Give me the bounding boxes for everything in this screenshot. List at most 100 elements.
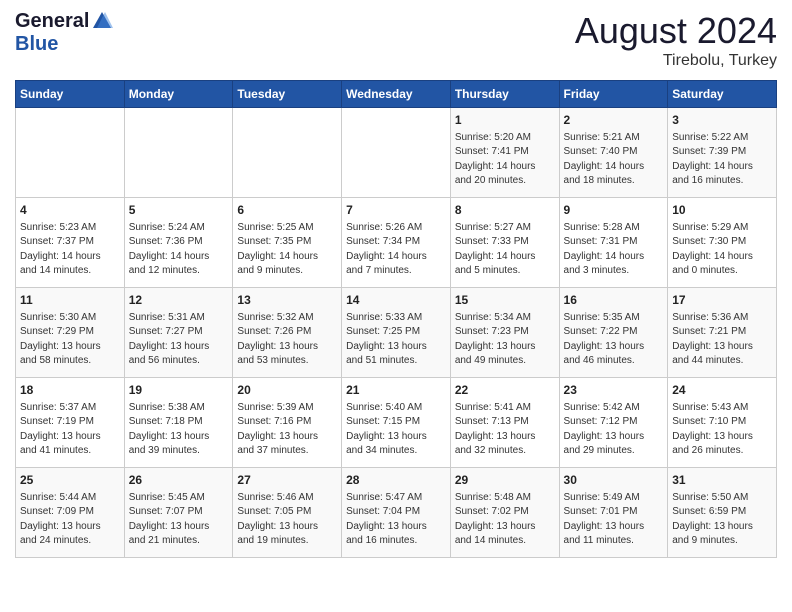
- day-info: Sunrise: 5:20 AMSunset: 7:41 PMDaylight:…: [455, 131, 555, 189]
- calendar-cell: 4Sunrise: 5:23 AMSunset: 7:37 PMDaylight…: [16, 198, 125, 288]
- day-info: Sunrise: 5:39 AMSunset: 7:16 PMDaylight:…: [237, 401, 337, 459]
- day-number: 26: [129, 472, 229, 489]
- day-info: Sunrise: 5:50 AMSunset: 6:59 PMDaylight:…: [672, 491, 772, 549]
- day-info: Sunrise: 5:28 AMSunset: 7:31 PMDaylight:…: [564, 221, 664, 279]
- calendar-cell: 19Sunrise: 5:38 AMSunset: 7:18 PMDayligh…: [124, 378, 233, 468]
- header-thursday: Thursday: [450, 81, 559, 108]
- calendar-cell: 18Sunrise: 5:37 AMSunset: 7:19 PMDayligh…: [16, 378, 125, 468]
- calendar-cell: 22Sunrise: 5:41 AMSunset: 7:13 PMDayligh…: [450, 378, 559, 468]
- day-number: 15: [455, 292, 555, 309]
- day-number: 3: [672, 112, 772, 129]
- day-info: Sunrise: 5:47 AMSunset: 7:04 PMDaylight:…: [346, 491, 446, 549]
- day-number: 21: [346, 382, 446, 399]
- calendar-cell: 8Sunrise: 5:27 AMSunset: 7:33 PMDaylight…: [450, 198, 559, 288]
- calendar-cell: 11 Sunrise: 5:30 AMSunset: 7:29 PMDayligh…: [16, 288, 125, 378]
- calendar-cell: 23Sunrise: 5:42 AMSunset: 7:12 PMDayligh…: [559, 378, 668, 468]
- day-number: 13: [237, 292, 337, 309]
- calendar-cell: 28 Sunrise: 5:47 AMSunset: 7:04 PMDayligh…: [342, 468, 451, 558]
- day-number: 14: [346, 292, 446, 309]
- day-number: 9: [564, 202, 664, 219]
- week-row-4: 18Sunrise: 5:37 AMSunset: 7:19 PMDayligh…: [16, 378, 777, 468]
- header-tuesday: Tuesday: [233, 81, 342, 108]
- day-info: Sunrise: 5:29 AMSunset: 7:30 PMDaylight:…: [672, 221, 772, 279]
- day-info: Sunrise: 5:33 AMSunset: 7:25 PMDaylight:…: [346, 311, 446, 369]
- calendar-cell: 7Sunrise: 5:26 AMSunset: 7:34 PMDaylight…: [342, 198, 451, 288]
- day-info: Sunrise: 5:40 AMSunset: 7:15 PMDaylight:…: [346, 401, 446, 459]
- logo: General Blue: [15, 10, 113, 56]
- title-block: August 2024 Tirebolu, Turkey: [575, 10, 777, 70]
- day-number: 12: [129, 292, 229, 309]
- logo-icon: [91, 10, 113, 32]
- day-info: Sunrise: 5:37 AMSunset: 7:19 PMDaylight:…: [20, 401, 120, 459]
- calendar-cell: 15 Sunrise: 5:34 AMSunset: 7:23 PMDayligh…: [450, 288, 559, 378]
- day-info: Sunrise: 5:42 AMSunset: 7:12 PMDaylight:…: [564, 401, 664, 459]
- day-info: Sunrise: 5:27 AMSunset: 7:33 PMDaylight:…: [455, 221, 555, 279]
- calendar-cell: 24Sunrise: 5:43 AMSunset: 7:10 PMDayligh…: [668, 378, 777, 468]
- day-number: 27: [237, 472, 337, 489]
- calendar-cell: 31 Sunrise: 5:50 AMSunset: 6:59 PMDayligh…: [668, 468, 777, 558]
- day-number: 6: [237, 202, 337, 219]
- calendar-header-row: SundayMondayTuesdayWednesdayThursdayFrid…: [16, 81, 777, 108]
- day-info: Sunrise: 5:41 AMSunset: 7:13 PMDaylight:…: [455, 401, 555, 459]
- page-title: August 2024: [575, 10, 777, 52]
- day-info: Sunrise: 5:25 AMSunset: 7:35 PMDaylight:…: [237, 221, 337, 279]
- day-number: 30: [564, 472, 664, 489]
- day-info: Sunrise: 5:45 AMSunset: 7:07 PMDaylight:…: [129, 491, 229, 549]
- day-number: 11: [20, 292, 120, 309]
- calendar-cell: 20 Sunrise: 5:39 AMSunset: 7:16 PMDayligh…: [233, 378, 342, 468]
- day-info: Sunrise: 5:35 AMSunset: 7:22 PMDaylight:…: [564, 311, 664, 369]
- calendar-cell: 25Sunrise: 5:44 AMSunset: 7:09 PMDayligh…: [16, 468, 125, 558]
- calendar-cell: [233, 108, 342, 198]
- week-row-2: 4Sunrise: 5:23 AMSunset: 7:37 PMDaylight…: [16, 198, 777, 288]
- day-info: Sunrise: 5:30 AMSunset: 7:29 PMDaylight:…: [20, 311, 120, 369]
- calendar-cell: 29 Sunrise: 5:48 AMSunset: 7:02 PMDayligh…: [450, 468, 559, 558]
- day-number: 20: [237, 382, 337, 399]
- day-number: 25: [20, 472, 120, 489]
- day-number: 31: [672, 472, 772, 489]
- day-info: Sunrise: 5:38 AMSunset: 7:18 PMDaylight:…: [129, 401, 229, 459]
- week-row-5: 25Sunrise: 5:44 AMSunset: 7:09 PMDayligh…: [16, 468, 777, 558]
- logo-blue-text: Blue: [15, 33, 58, 55]
- calendar-cell: 2 Sunrise: 5:21 AMSunset: 7:40 PMDaylight…: [559, 108, 668, 198]
- calendar-cell: 17 Sunrise: 5:36 AMSunset: 7:21 PMDayligh…: [668, 288, 777, 378]
- day-number: 7: [346, 202, 446, 219]
- calendar-cell: 6 Sunrise: 5:25 AMSunset: 7:35 PMDaylight…: [233, 198, 342, 288]
- day-number: 10: [672, 202, 772, 219]
- day-number: 28: [346, 472, 446, 489]
- day-number: 29: [455, 472, 555, 489]
- header-saturday: Saturday: [668, 81, 777, 108]
- calendar-table: SundayMondayTuesdayWednesdayThursdayFrid…: [15, 80, 777, 558]
- day-info: Sunrise: 5:46 AMSunset: 7:05 PMDaylight:…: [237, 491, 337, 549]
- day-info: Sunrise: 5:32 AMSunset: 7:26 PMDaylight:…: [237, 311, 337, 369]
- calendar-cell: 14 Sunrise: 5:33 AMSunset: 7:25 PMDayligh…: [342, 288, 451, 378]
- calendar-cell: 26 Sunrise: 5:45 AMSunset: 7:07 PMDayligh…: [124, 468, 233, 558]
- day-info: Sunrise: 5:31 AMSunset: 7:27 PMDaylight:…: [129, 311, 229, 369]
- calendar-cell: 16Sunrise: 5:35 AMSunset: 7:22 PMDayligh…: [559, 288, 668, 378]
- day-info: Sunrise: 5:22 AMSunset: 7:39 PMDaylight:…: [672, 131, 772, 189]
- header-wednesday: Wednesday: [342, 81, 451, 108]
- day-info: Sunrise: 5:23 AMSunset: 7:37 PMDaylight:…: [20, 221, 120, 279]
- week-row-1: 1 Sunrise: 5:20 AMSunset: 7:41 PMDaylight…: [16, 108, 777, 198]
- day-number: 5: [129, 202, 229, 219]
- page-subtitle: Tirebolu, Turkey: [575, 52, 777, 70]
- calendar-cell: 5Sunrise: 5:24 AMSunset: 7:36 PMDaylight…: [124, 198, 233, 288]
- calendar-cell: 10 Sunrise: 5:29 AMSunset: 7:30 PMDayligh…: [668, 198, 777, 288]
- calendar-cell: [124, 108, 233, 198]
- header-sunday: Sunday: [16, 81, 125, 108]
- day-number: 24: [672, 382, 772, 399]
- logo-general-text: General: [15, 10, 89, 33]
- calendar-cell: 12 Sunrise: 5:31 AMSunset: 7:27 PMDayligh…: [124, 288, 233, 378]
- calendar-cell: [16, 108, 125, 198]
- day-number: 1: [455, 112, 555, 129]
- day-info: Sunrise: 5:49 AMSunset: 7:01 PMDaylight:…: [564, 491, 664, 549]
- calendar-cell: 9 Sunrise: 5:28 AMSunset: 7:31 PMDaylight…: [559, 198, 668, 288]
- day-info: Sunrise: 5:21 AMSunset: 7:40 PMDaylight:…: [564, 131, 664, 189]
- day-number: 2: [564, 112, 664, 129]
- day-number: 17: [672, 292, 772, 309]
- day-info: Sunrise: 5:34 AMSunset: 7:23 PMDaylight:…: [455, 311, 555, 369]
- calendar-cell: 1 Sunrise: 5:20 AMSunset: 7:41 PMDaylight…: [450, 108, 559, 198]
- day-info: Sunrise: 5:48 AMSunset: 7:02 PMDaylight:…: [455, 491, 555, 549]
- calendar-cell: 21 Sunrise: 5:40 AMSunset: 7:15 PMDayligh…: [342, 378, 451, 468]
- calendar-cell: 27 Sunrise: 5:46 AMSunset: 7:05 PMDayligh…: [233, 468, 342, 558]
- day-info: Sunrise: 5:36 AMSunset: 7:21 PMDaylight:…: [672, 311, 772, 369]
